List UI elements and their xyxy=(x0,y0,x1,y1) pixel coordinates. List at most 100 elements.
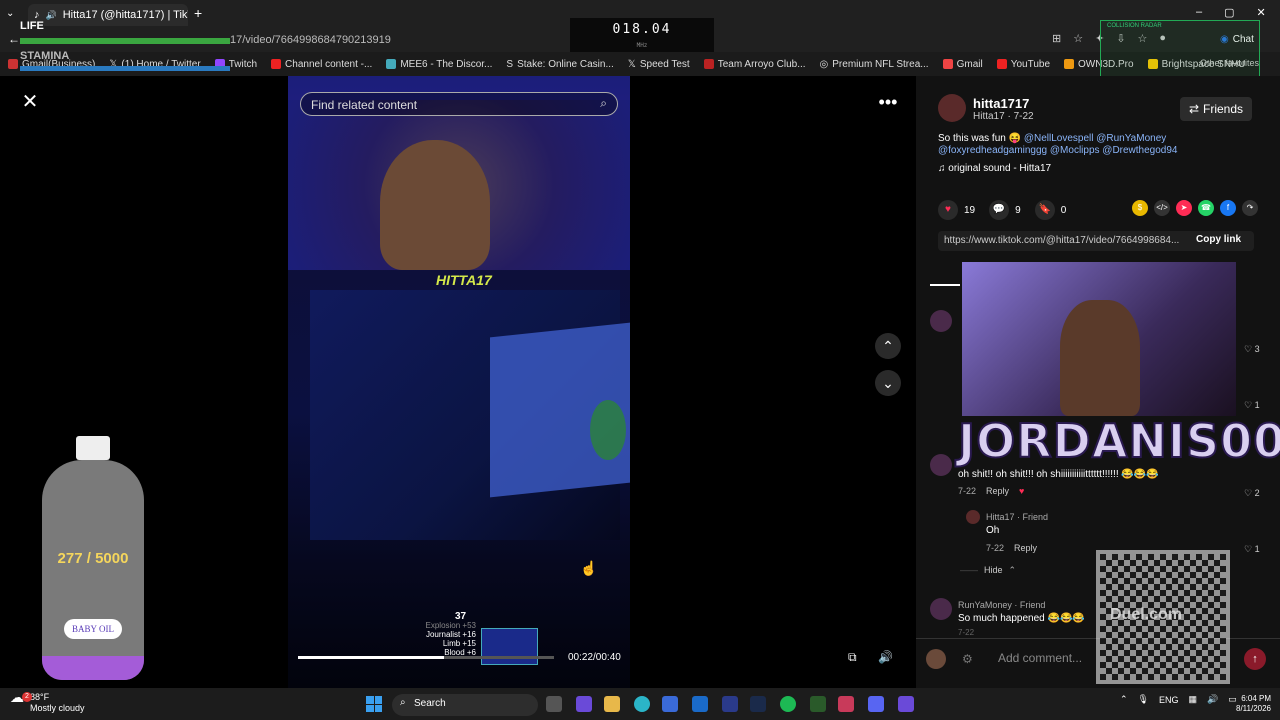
comment-like[interactable]: ♡ 2 xyxy=(1244,488,1260,499)
reply-button[interactable]: Reply xyxy=(1014,543,1037,553)
previous-video-button[interactable]: ⌃ xyxy=(875,333,901,359)
bookmark-label: YouTube xyxy=(1010,58,1051,70)
taskbar-search[interactable]: ⌕ Search xyxy=(392,694,538,716)
reply-button[interactable]: Reply xyxy=(986,486,1009,496)
chevron-up-icon[interactable]: ⌃ xyxy=(1120,694,1128,705)
post-comment-button[interactable]: ↑ xyxy=(1244,648,1266,670)
more-options-icon[interactable]: ••• xyxy=(876,91,900,115)
author-avatar[interactable] xyxy=(938,94,966,122)
volume-icon[interactable]: 🔊 xyxy=(878,650,893,664)
reply-text: Oh xyxy=(986,525,1000,536)
mention-link[interactable]: @Drewthegod94 xyxy=(1102,145,1177,156)
comment-like[interactable]: ♡ 3 xyxy=(1244,344,1260,355)
bookmark-item[interactable]: ◎ Premium NFL Strea... xyxy=(820,59,929,70)
favorite-star-icon[interactable]: ☆ xyxy=(1073,32,1083,45)
start-icon[interactable] xyxy=(366,696,382,712)
emoji-icon[interactable]: ⚙ xyxy=(962,652,973,666)
volume-icon[interactable]: 🔊 xyxy=(1207,694,1218,705)
reply-avatar[interactable] xyxy=(966,510,980,524)
browser-tab[interactable]: ♪ 🔊 Hitta17 (@hitta1717) | TikTok ✕ xyxy=(28,4,188,26)
whatsapp-icon[interactable]: ☎ xyxy=(1198,200,1214,216)
file-explorer-icon[interactable] xyxy=(604,696,620,712)
hide-label: Hide xyxy=(984,565,1003,575)
friends-button[interactable]: ⇄ Friends xyxy=(1180,97,1252,121)
mention-link[interactable]: @NellLovespell xyxy=(1024,133,1094,144)
discord-icon[interactable] xyxy=(868,696,884,712)
taskbar-clock[interactable]: 6:04 PM 8/11/2026 xyxy=(1236,694,1271,714)
comment-text: So much happened 😂😂😂 xyxy=(958,613,1085,624)
spotify-icon[interactable] xyxy=(780,696,796,712)
pin-icon[interactable] xyxy=(838,696,854,712)
grid-app-icon[interactable] xyxy=(898,696,914,712)
find-related-search[interactable]: Find related content ⌕ xyxy=(300,92,618,116)
edge-icon[interactable] xyxy=(634,696,650,712)
next-video-button[interactable]: ⌄ xyxy=(875,370,901,396)
xbox-icon[interactable] xyxy=(810,696,826,712)
comment-avatar[interactable] xyxy=(930,454,952,476)
steam-icon[interactable] xyxy=(750,696,766,712)
bookmark-item[interactable]: Channel content -... xyxy=(271,59,372,70)
mention-link[interactable]: @RunYaMoney xyxy=(1096,133,1166,144)
facebook-icon[interactable]: f xyxy=(1220,200,1236,216)
copilot-app-icon[interactable] xyxy=(576,696,592,712)
network-icon[interactable]: ▦ xyxy=(1189,694,1198,705)
search-icon[interactable]: ⌕ xyxy=(600,96,607,111)
video-progress-fill xyxy=(298,656,444,659)
comment-count: 9 xyxy=(1015,204,1021,216)
save-stat[interactable]: 🔖 0 xyxy=(1034,200,1066,220)
embed-icon[interactable]: </> xyxy=(1154,200,1170,216)
copy-link-button[interactable]: Copy link xyxy=(1196,234,1241,245)
bookmark-item[interactable]: 𝕏 Speed Test xyxy=(628,59,690,70)
language-indicator[interactable]: ENG xyxy=(1159,695,1179,705)
bookmark-item[interactable]: MEE6 - The Discor... xyxy=(386,59,492,70)
back-icon[interactable]: ← xyxy=(8,32,20,46)
heart-icon: ♥ xyxy=(938,200,958,220)
mention-link[interactable]: @foxyredheadgaminggg xyxy=(938,145,1047,156)
sound-link[interactable]: ♫ original sound - Hitta17 xyxy=(938,163,1051,174)
minimize-icon[interactable]: – xyxy=(1196,6,1202,19)
author-username[interactable]: hitta1717 xyxy=(973,96,1029,111)
maximize-icon[interactable]: ▢ xyxy=(1224,6,1234,19)
mic-icon[interactable]: 🎙 xyxy=(1138,694,1149,705)
bookmark-item[interactable]: Team Arroyo Club... xyxy=(703,59,806,70)
comment-like[interactable]: ♡ 1 xyxy=(1244,544,1260,555)
stamina-bar xyxy=(20,66,230,71)
url-text[interactable]: 17/video/7664998684790213919 xyxy=(230,34,391,46)
like-count: 3 xyxy=(1254,344,1260,354)
like-stat[interactable]: ♥ 19 xyxy=(938,200,975,220)
store-icon[interactable] xyxy=(662,696,678,712)
comment-stat[interactable]: 💬 9 xyxy=(989,200,1021,220)
notification-badge: 2 xyxy=(22,692,32,702)
close-icon[interactable]: ✕ xyxy=(18,90,42,114)
share-icon[interactable]: ↷ xyxy=(1242,200,1258,216)
coin-icon[interactable]: $ xyxy=(1132,200,1148,216)
send-icon[interactable]: ➤ xyxy=(1176,200,1192,216)
streamer-name-overlay: JORDANIS003 xyxy=(957,413,1280,469)
oil-fill xyxy=(42,656,144,680)
add-comment-input[interactable]: Add comment... xyxy=(998,651,1082,665)
mention-link[interactable]: @Moclipps xyxy=(1050,145,1100,156)
webcam-person xyxy=(1060,300,1140,416)
app-icon[interactable] xyxy=(722,696,738,712)
my-avatar xyxy=(926,649,946,669)
tab-menu-icon[interactable]: ⌄ xyxy=(6,8,14,19)
comment-like[interactable]: ♡ 1 xyxy=(1244,400,1260,411)
task-view-icon[interactable] xyxy=(546,696,562,712)
frequency-display: 018.04 MHz xyxy=(570,18,714,52)
like-count: 1 xyxy=(1254,544,1260,554)
new-tab-button[interactable]: + xyxy=(194,5,202,21)
kill-line: Explosion +53 xyxy=(425,621,476,630)
bookmark-item[interactable]: Gmail xyxy=(942,59,983,70)
bookmark-item[interactable]: YouTube xyxy=(996,58,1051,70)
hide-replies-button[interactable]: —— Hide ⌃ xyxy=(960,565,1016,576)
outlook-icon[interactable] xyxy=(692,696,708,712)
split-icon[interactable]: ⊞ xyxy=(1052,32,1061,45)
comment-icon: 💬 xyxy=(989,200,1010,220)
picture-in-picture-icon[interactable]: ⧉ xyxy=(848,650,857,665)
comment-author[interactable]: RunYaMoney · Friend xyxy=(958,600,1045,610)
comment-avatar[interactable] xyxy=(930,310,952,332)
comment-avatar[interactable] xyxy=(930,598,952,620)
close-window-icon[interactable]: ✕ xyxy=(1257,6,1266,19)
reply-author[interactable]: Hitta17 · Friend xyxy=(986,512,1048,522)
bookmark-item[interactable]: S Stake: Online Casin... xyxy=(506,59,613,70)
